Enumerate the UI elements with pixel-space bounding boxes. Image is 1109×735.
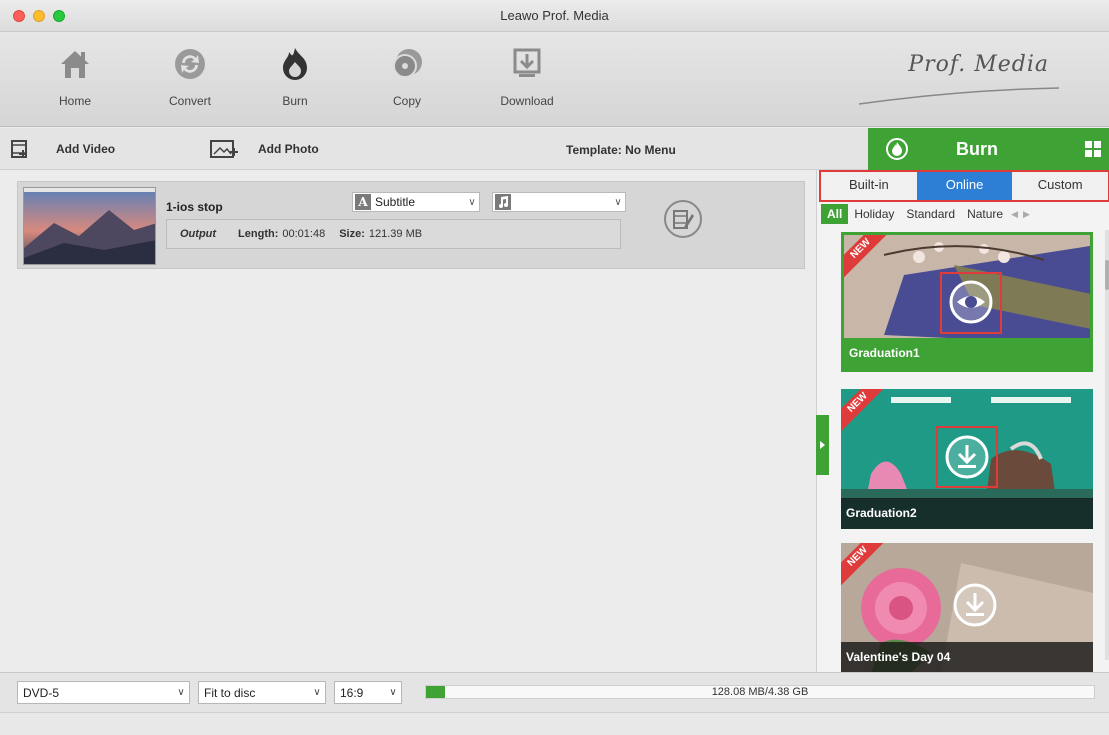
category-nature[interactable]: Nature [961, 204, 1009, 224]
music-note-icon [495, 194, 511, 210]
home-button[interactable]: Home [35, 44, 115, 108]
chevron-down-icon: ∨ [389, 687, 397, 698]
burn-flame-icon [283, 48, 307, 80]
status-bar [0, 712, 1109, 735]
download-icon [513, 48, 541, 77]
template-scrollbar-thumb[interactable] [1105, 260, 1109, 290]
download-template-icon[interactable] [945, 435, 989, 479]
main-toolbar: Home Convert Burn Copy Download Prof. Me… [0, 32, 1109, 127]
convert-button[interactable]: Convert [150, 44, 230, 108]
brand-swoosh [859, 87, 1059, 105]
panel-collapse-toggle[interactable] [816, 415, 829, 475]
tab-online[interactable]: Online [916, 172, 1013, 200]
template-card-graduation2[interactable]: NEW Graduation2 [841, 389, 1093, 529]
brand-logo: Prof. Media [908, 52, 1049, 77]
burn-button[interactable]: Burn [868, 128, 1109, 170]
template-source-tabs: Built-in Online Custom [819, 170, 1109, 202]
output-info: Output Length: 00:01:48 Size: 121.39 MB [166, 219, 621, 249]
add-video-icon [11, 140, 27, 158]
video-item[interactable]: 1-ios stop A Subtitle ∨ ∨ Output Length:… [17, 181, 805, 269]
bottom-settings-bar: DVD-5 ∨ Fit to disc ∨ 16:9 ∨ 128.08 MB/4… [0, 672, 1109, 712]
home-icon [61, 51, 89, 78]
template-card-graduation1[interactable]: NEW Graduation1 [841, 232, 1093, 372]
category-all[interactable]: All [821, 204, 849, 224]
fit-mode-select[interactable]: Fit to disc ∨ [198, 681, 326, 704]
burn-circle-icon [886, 138, 908, 160]
audio-track-select[interactable]: ∨ [492, 192, 626, 212]
chevron-down-icon: ∨ [313, 687, 321, 698]
chevron-down-icon: ∨ [614, 196, 622, 208]
edit-video-icon[interactable] [663, 199, 703, 239]
convert-icon [175, 49, 205, 79]
tab-built-in[interactable]: Built-in [821, 172, 917, 200]
subtitle-icon: A [355, 194, 371, 210]
video-thumbnail [23, 187, 156, 265]
disc-capacity-text: 128.08 MB/4.38 GB [711, 686, 809, 698]
download-template-icon[interactable] [953, 583, 997, 627]
copy-disc-icon [393, 49, 422, 78]
subtitle-select[interactable]: A Subtitle ∨ [352, 192, 480, 212]
template-status: Template: No Menu [566, 143, 676, 157]
category-standard[interactable]: Standard [900, 204, 961, 224]
disc-type-select[interactable]: DVD-5 ∨ [17, 681, 190, 704]
grid-view-icon[interactable] [1085, 141, 1101, 157]
category-holiday[interactable]: Holiday [848, 204, 900, 224]
media-action-bar: Add Video Add Photo Template: No Menu [0, 128, 816, 170]
disc-capacity-bar: 128.08 MB/4.38 GB [425, 685, 1095, 699]
add-photo-button[interactable]: Add Photo [210, 138, 319, 160]
add-video-button[interactable]: Add Video [10, 138, 115, 160]
media-list-area: 1-ios stop A Subtitle ∨ ∨ Output Length:… [0, 171, 816, 671]
preview-eye-icon[interactable] [949, 280, 993, 324]
download-button[interactable]: Download [487, 44, 567, 108]
tab-custom[interactable]: Custom [1012, 172, 1108, 200]
add-photo-icon [210, 140, 238, 158]
chevron-down-icon: ∨ [177, 687, 185, 698]
category-scroll-arrows[interactable]: ◀ ▶ [1011, 209, 1030, 220]
burn-tool-button[interactable]: Burn [255, 44, 335, 108]
template-panel: Built-in Online Custom All Holiday Stand… [816, 170, 1109, 672]
category-filter: All Holiday Standard Nature ◀ ▶ [817, 203, 1109, 225]
template-scrollbar[interactable] [1105, 230, 1109, 660]
template-card-valentines-day-04[interactable]: NEW Valentine's Day 04 [841, 543, 1093, 672]
title-bar: Leawo Prof. Media [0, 0, 1109, 32]
copy-button[interactable]: Copy [367, 44, 447, 108]
video-title: 1-ios stop [166, 200, 223, 214]
aspect-ratio-select[interactable]: 16:9 ∨ [334, 681, 402, 704]
chevron-down-icon: ∨ [468, 196, 476, 208]
toolbar-gap [816, 128, 868, 170]
window-title: Leawo Prof. Media [500, 8, 609, 23]
